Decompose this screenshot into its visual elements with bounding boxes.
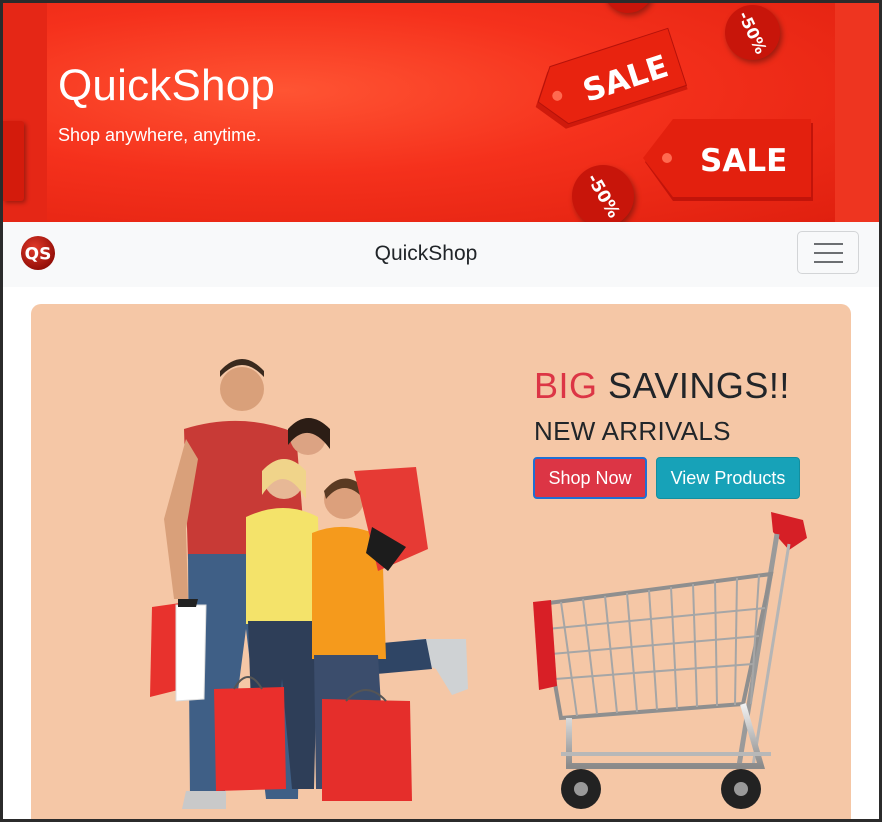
hero-banner: SALE SALE -50% -50% QuickShop Shop anywh…: [3, 3, 879, 222]
discount-badge: -50%: [725, 5, 780, 60]
promo-subheadline: NEW ARRIVALS: [534, 416, 731, 446]
promo-headline-block: BIG SAVINGS!! NEW ARRIVALS: [534, 366, 790, 447]
shopping-cart-image: [533, 512, 807, 809]
menu-toggle-button[interactable]: [797, 231, 859, 274]
banner-image: SALE SALE -50% -50%: [47, 3, 835, 222]
hamburger-icon: [814, 252, 843, 254]
page: SALE SALE -50% -50% QuickShop Shop anywh…: [3, 3, 879, 819]
promo-headline: BIG SAVINGS!!: [534, 366, 790, 406]
discount-label: -50%: [734, 8, 771, 57]
hamburger-icon: [814, 261, 843, 263]
shopping-family-image: [150, 359, 468, 809]
navbar-title[interactable]: QuickShop: [3, 242, 849, 266]
headline-text: SAVINGS!!: [597, 365, 790, 406]
discount-badge: -50%: [572, 165, 634, 222]
hamburger-icon: [814, 243, 843, 245]
headline-highlight: BIG: [534, 365, 598, 406]
banner-right-edge: [835, 3, 879, 222]
banner-subtitle: Shop anywhere, anytime.: [58, 125, 262, 145]
sale-tag-label: SALE: [700, 143, 788, 179]
view-products-button[interactable]: View Products: [656, 457, 800, 499]
discount-label: -50%: [582, 170, 624, 222]
shop-now-button[interactable]: Shop Now: [533, 457, 647, 499]
banner-left-edge: [3, 3, 47, 222]
navbar: QS QuickShop: [3, 222, 879, 287]
promo-jumbotron: BIG SAVINGS!! NEW ARRIVALS Shop Now View…: [31, 304, 851, 819]
banner-title: QuickShop: [58, 61, 276, 110]
discount-badge-partial: [603, 3, 653, 13]
